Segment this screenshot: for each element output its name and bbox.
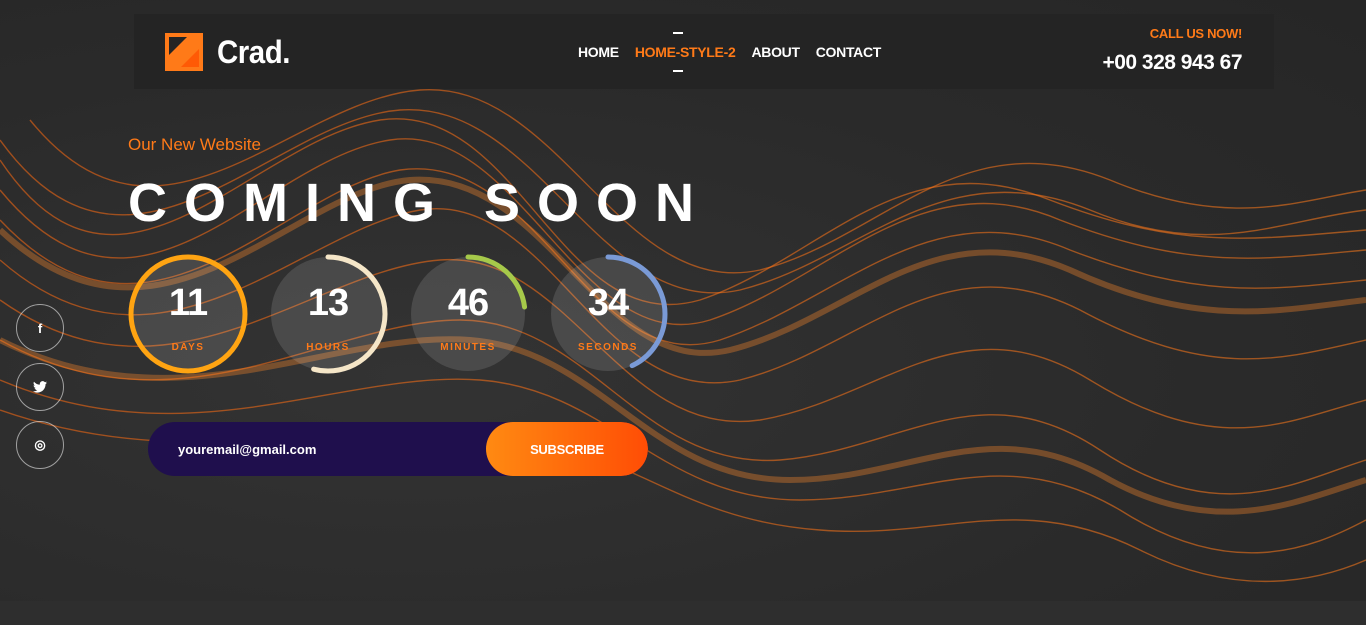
dribbble-link[interactable]: ◎ xyxy=(16,421,64,469)
nav-home[interactable]: HOME xyxy=(578,44,619,60)
logo[interactable]: Crad. xyxy=(165,33,296,71)
call-us-label: CALL US NOW! xyxy=(1149,26,1243,41)
subscribe-button[interactable]: SUBSCRIBE xyxy=(486,422,648,476)
logo-mark-icon xyxy=(165,33,203,71)
facebook-link[interactable]: f xyxy=(16,304,64,352)
facebook-icon: f xyxy=(37,320,43,336)
minutes-label: MINUTES xyxy=(440,342,496,353)
email-input[interactable] xyxy=(148,422,488,476)
nav-home-style-2[interactable]: HOME-STYLE-2 xyxy=(635,32,736,72)
days-value: 11 xyxy=(168,282,208,324)
days-label: DAYS xyxy=(171,342,205,353)
site-header: Crad. HOME HOME-STYLE-2 ABOUT CONTACT CA… xyxy=(134,14,1274,89)
countdown-hours: 13 HOURS xyxy=(268,254,388,374)
twitter-link[interactable] xyxy=(16,363,64,411)
hours-label: HOURS xyxy=(306,342,350,353)
hero-headline: COMING SOON xyxy=(128,173,712,233)
seconds-label: SECONDS xyxy=(578,342,638,353)
seconds-value: 34 xyxy=(587,282,629,324)
nav-contact[interactable]: CONTACT xyxy=(816,44,882,60)
main-nav: HOME HOME-STYLE-2 ABOUT CONTACT xyxy=(578,32,882,72)
hours-value: 13 xyxy=(307,282,349,324)
countdown-seconds: 34 SECONDS xyxy=(548,254,668,374)
subscribe-form: SUBSCRIBE xyxy=(148,422,648,476)
countdown-days: 11 DAYS xyxy=(128,254,248,374)
countdown-minutes: 46 MINUTES xyxy=(408,254,528,374)
hero-tagline: Our New Website xyxy=(128,135,261,154)
phone-number[interactable]: +00 328 943 67 xyxy=(1102,51,1242,75)
brand-name: Crad. xyxy=(217,33,290,70)
nav-about[interactable]: ABOUT xyxy=(751,44,800,60)
dribbble-icon: ◎ xyxy=(34,437,46,452)
minutes-value: 46 xyxy=(447,282,489,324)
twitter-icon xyxy=(33,381,47,393)
